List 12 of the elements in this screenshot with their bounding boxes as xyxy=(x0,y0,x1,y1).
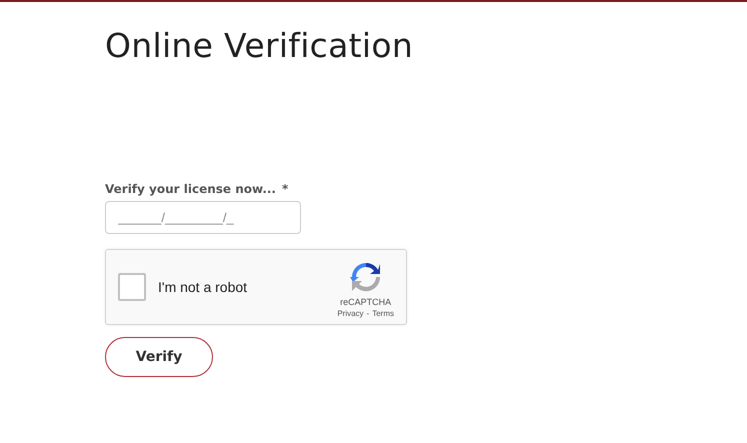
verify-button[interactable]: Verify xyxy=(105,337,213,377)
recaptcha-brand: reCAPTCHA xyxy=(340,296,392,306)
captcha-label: I'm not a robot xyxy=(158,279,248,295)
field-label: Verify your license now... xyxy=(105,182,276,196)
captcha-checkbox[interactable] xyxy=(118,273,146,301)
required-mark: * xyxy=(282,182,288,196)
recaptcha-logo-icon xyxy=(350,260,382,292)
terms-link[interactable]: Terms xyxy=(372,308,394,318)
page-title: Online Verification xyxy=(105,26,414,65)
privacy-link[interactable]: Privacy xyxy=(337,308,364,318)
license-field[interactable]: ______/________/_ xyxy=(105,201,301,234)
link-separator: - xyxy=(366,308,370,318)
